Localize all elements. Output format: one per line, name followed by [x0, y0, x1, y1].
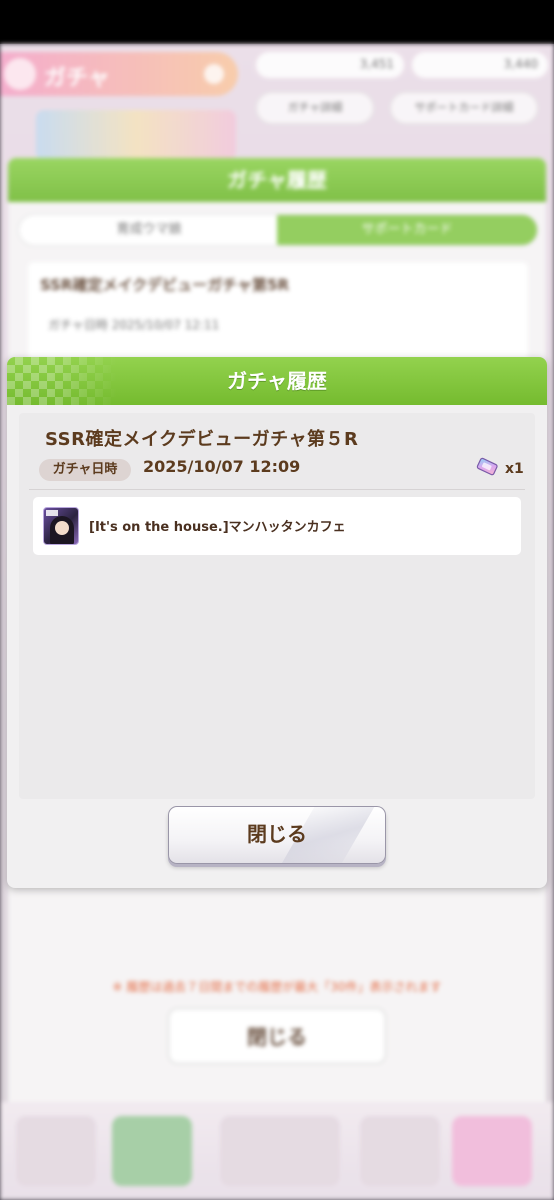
close-button[interactable]: 閉じる	[168, 806, 386, 864]
date-label-badge: ガチャ日時	[39, 459, 131, 481]
gacha-history-dialog: ガチャ履歴 SSR確定メイクデビューガチャ第５R ガチャ日時 2025/10/0…	[7, 357, 547, 888]
ticket-count: x1	[505, 461, 524, 477]
support-card-name: [It's on the house.]マンハッタンカフェ	[89, 520, 346, 535]
support-card-thumbnail	[43, 507, 79, 545]
divider	[29, 489, 525, 490]
dialog-content[interactable]: SSR確定メイクデビューガチャ第５R ガチャ日時 2025/10/07 12:0…	[19, 413, 535, 799]
close-button-label: 閉じる	[247, 822, 307, 846]
dialog-header: ガチャ履歴	[7, 357, 547, 405]
dialog-title: ガチャ履歴	[227, 369, 327, 393]
status-bar	[0, 0, 554, 44]
result-list-item[interactable]: [It's on the house.]マンハッタンカフェ	[33, 497, 521, 555]
ticket-icon	[476, 457, 498, 476]
gacha-date: 2025/10/07 12:09	[143, 457, 301, 476]
gacha-name: SSR確定メイクデビューガチャ第５R	[45, 429, 359, 450]
